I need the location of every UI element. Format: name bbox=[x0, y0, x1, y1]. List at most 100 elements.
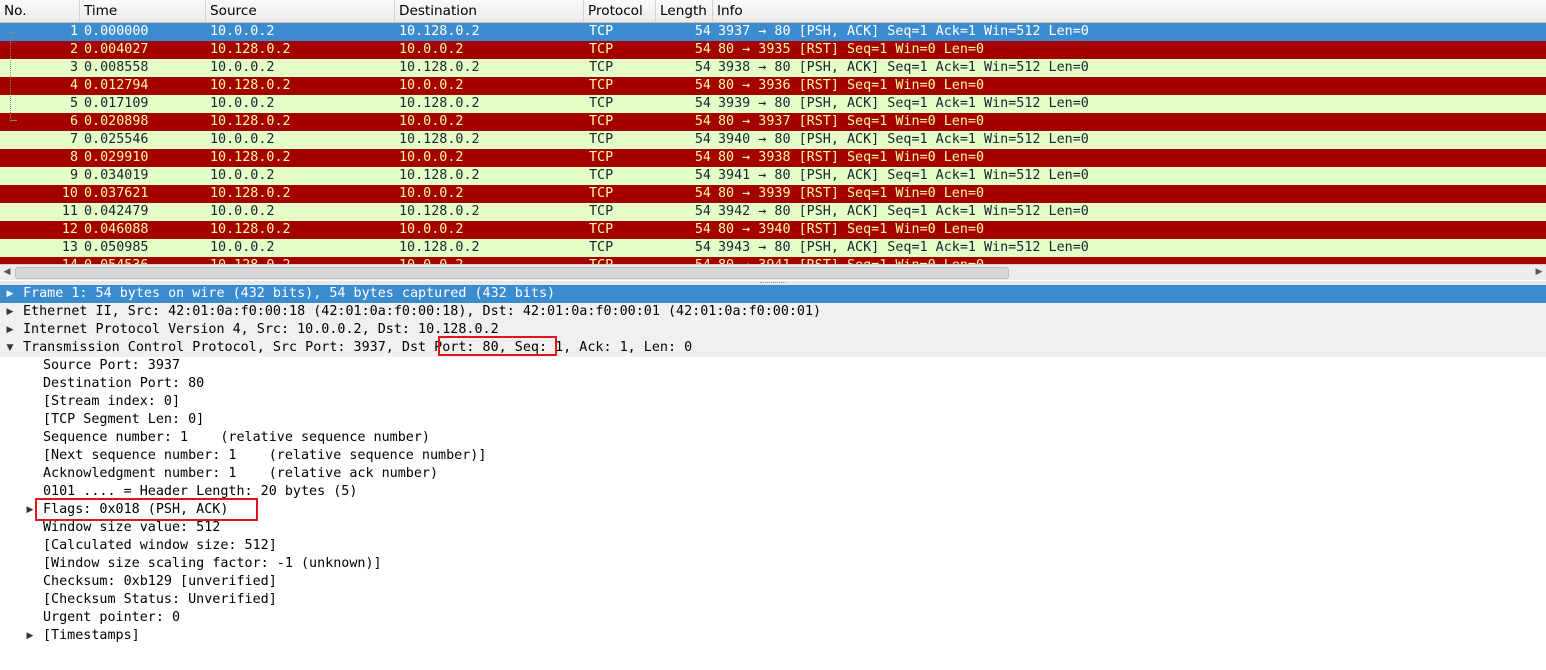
tree-item-label: Checksum: 0xb129 [unverified] bbox=[43, 574, 277, 589]
tree-item-field[interactable]: Destination Port: 80 bbox=[0, 375, 1546, 393]
cell-length: 54 bbox=[694, 240, 711, 255]
packet-details-pane[interactable]: ▶ Frame 1: 54 bytes on wire (432 bits), 5… bbox=[0, 285, 1546, 670]
tree-item-protocol[interactable]: ▼ Transmission Control Protocol, Src Port… bbox=[0, 339, 1546, 357]
packet-row[interactable]: 2 0.004027 10.128.0.2 10.0.0.2 TCP 54 80 → 393… bbox=[0, 41, 1546, 59]
packet-row[interactable]: 12 0.046088 10.128.0.2 10.0.0.2 TCP 54 80 → 39… bbox=[0, 221, 1546, 239]
packet-row[interactable]: 1 0.000000 10.0.0.2 10.128.0.2 TCP 54 3937 → 8… bbox=[0, 23, 1546, 41]
cell-length: 54 bbox=[694, 24, 711, 39]
tree-item-field[interactable]: [Calculated window size: 512] bbox=[0, 537, 1546, 555]
tree-item-label: [TCP Segment Len: 0] bbox=[43, 412, 205, 427]
cell-no: 1 bbox=[69, 24, 78, 39]
tree-item-label: [Timestamps] bbox=[43, 628, 140, 643]
cell-protocol: TCP bbox=[589, 150, 614, 165]
scrollbar-thumb[interactable] bbox=[15, 267, 1009, 279]
tree-item-field[interactable]: [Checksum Status: Unverified] bbox=[0, 591, 1546, 609]
cell-info: 80 → 3939 [RST] Seq=1 Win=0 Len=0 bbox=[718, 186, 985, 201]
packet-row[interactable]: 14 0.054536 10.128.0.210.0.0.2 TCP54 80 → 39… bbox=[0, 257, 1546, 264]
tree-item-protocol[interactable]: ▶ Internet Protocol Version 4, Src: 10.0.… bbox=[0, 321, 1546, 339]
cell-length: 54 bbox=[694, 78, 711, 93]
cell-info: 80 → 3936 [RST] Seq=1 Win=0 Len=0 bbox=[718, 78, 985, 93]
tree-item-label: Destination Port: 80 bbox=[43, 376, 205, 391]
tree-item-field[interactable]: Urgent pointer: 0 bbox=[0, 609, 1546, 627]
tree-item-protocol[interactable]: ▶ Frame 1: 54 bytes on wire (432 bits), 5… bbox=[0, 285, 1546, 303]
cell-destination: 10.128.0.2 bbox=[399, 240, 480, 255]
column-header-protocol[interactable]: Protocol bbox=[584, 0, 656, 22]
column-header-destination[interactable]: Destination bbox=[395, 0, 584, 22]
packet-row[interactable]: 6 0.020898 10.128.0.2 10.0.0.2 TCP 54 80 → 393… bbox=[0, 113, 1546, 131]
tree-item-field[interactable]: ▶ Flags: 0x018 (PSH, ACK) bbox=[0, 501, 1546, 519]
column-header-info[interactable]: Info bbox=[713, 0, 1546, 22]
tree-item-field[interactable]: [Next sequence number: 1 (relative seque… bbox=[0, 447, 1546, 465]
tree-item-label: Source Port: 3937 bbox=[43, 358, 181, 373]
tree-item-field[interactable]: Sequence number: 1 (relative sequence nu… bbox=[0, 429, 1546, 447]
tree-item-field[interactable]: [Stream index: 0] bbox=[0, 393, 1546, 411]
packet-row[interactable]: 4 0.012794 10.128.0.2 10.0.0.2 TCP 54 80 → 393… bbox=[0, 77, 1546, 95]
cell-protocol: TCP bbox=[589, 24, 614, 39]
triangle-right-icon[interactable]: ▶ bbox=[4, 285, 16, 303]
column-header-source[interactable]: Source bbox=[206, 0, 395, 22]
cell-length: 54 bbox=[694, 150, 711, 165]
tree-item-field[interactable]: Source Port: 3937 bbox=[0, 357, 1546, 375]
tree-item-field[interactable]: [Window size scaling factor: -1 (unknown… bbox=[0, 555, 1546, 573]
cell-length: 54 bbox=[656, 257, 711, 264]
packet-row[interactable]: 7 0.025546 10.0.0.2 10.128.0.2 TCP 54 3940 → 8… bbox=[0, 131, 1546, 149]
triangle-right-icon[interactable]: ▶ bbox=[24, 627, 36, 645]
packet-row[interactable]: 11 0.042479 10.0.0.2 10.128.0.2 TCP 54 3942 → … bbox=[0, 203, 1546, 221]
cell-info: 80 → 3938 [RST] Seq=1 Win=0 Len=0 bbox=[718, 150, 985, 165]
column-header-no[interactable]: No. bbox=[0, 0, 80, 22]
cell-info: 3941 → 80 [PSH, ACK] Seq=1 Ack=1 Win=512… bbox=[718, 168, 1089, 183]
cell-time: 0.000000 bbox=[84, 24, 149, 39]
tree-item-label: 0101 .... = Header Length: 20 bytes (5) bbox=[43, 484, 358, 499]
tree-item-field[interactable]: Window size value: 512 bbox=[0, 519, 1546, 537]
cell-destination: 10.0.0.2 bbox=[399, 78, 464, 93]
cell-source: 10.0.0.2 bbox=[210, 24, 275, 39]
cell-no: 7 bbox=[69, 132, 78, 147]
cell-no: 14 bbox=[0, 257, 78, 264]
scroll-right-arrow-icon[interactable]: ▶ bbox=[1532, 265, 1546, 280]
cell-protocol: TCP bbox=[589, 60, 614, 75]
cell-source: 10.0.0.2 bbox=[210, 204, 275, 219]
column-header-length[interactable]: Length bbox=[656, 0, 713, 22]
packet-row[interactable]: 8 0.029910 10.128.0.2 10.0.0.2 TCP 54 80 → 393… bbox=[0, 149, 1546, 167]
tree-item-field[interactable]: Checksum: 0xb129 [unverified] bbox=[0, 573, 1546, 591]
cell-protocol: TCP bbox=[589, 42, 614, 57]
triangle-down-icon[interactable]: ▼ bbox=[4, 339, 16, 357]
tree-item-field[interactable]: 0101 .... = Header Length: 20 bytes (5) bbox=[0, 483, 1546, 501]
column-header-time[interactable]: Time bbox=[80, 0, 206, 22]
cell-no: 2 bbox=[69, 42, 78, 57]
tree-item-field[interactable]: [TCP Segment Len: 0] bbox=[0, 411, 1546, 429]
cell-destination: 10.0.0.2 bbox=[399, 114, 464, 129]
cell-time: 0.017109 bbox=[84, 96, 149, 111]
cell-info: 3943 → 80 [PSH, ACK] Seq=1 Ack=1 Win=512… bbox=[718, 240, 1089, 255]
horizontal-scrollbar[interactable]: ◀ ▶ bbox=[0, 264, 1546, 280]
triangle-right-icon[interactable]: ▶ bbox=[24, 501, 36, 519]
tree-item-label: [Window size scaling factor: -1 (unknown… bbox=[43, 556, 382, 571]
triangle-right-icon[interactable]: ▶ bbox=[4, 321, 16, 339]
cell-length: 54 bbox=[694, 60, 711, 75]
packet-row[interactable]: 5 0.017109 10.0.0.2 10.128.0.2 TCP 54 3939 → 8… bbox=[0, 95, 1546, 113]
tree-item-field[interactable]: ▶ [Timestamps] bbox=[0, 627, 1546, 645]
tree-item-label: Flags: 0x018 (PSH, ACK) bbox=[43, 502, 229, 517]
tree-item-label: Ethernet II, Src: 42:01:0a:f0:00:18 (42:… bbox=[23, 304, 822, 319]
cell-protocol: TCP bbox=[589, 78, 614, 93]
cell-protocol: TCP bbox=[589, 240, 614, 255]
tree-item-label: Sequence number: 1 (relative sequence nu… bbox=[43, 430, 430, 445]
cell-time: 0.029910 bbox=[84, 150, 149, 165]
packet-row[interactable]: 3 0.008558 10.0.0.2 10.128.0.2 TCP 54 3938 → 8… bbox=[0, 59, 1546, 77]
cell-protocol: TCP bbox=[589, 186, 614, 201]
tree-item-label: Transmission Control Protocol, Src Port:… bbox=[23, 340, 693, 355]
cell-destination: 10.128.0.2 bbox=[399, 24, 480, 39]
packet-row[interactable]: 10 0.037621 10.128.0.2 10.0.0.2 TCP 54 80 → 39… bbox=[0, 185, 1546, 203]
tree-item-field[interactable]: Acknowledgment number: 1 (relative ack n… bbox=[0, 465, 1546, 483]
triangle-right-icon[interactable]: ▶ bbox=[4, 303, 16, 321]
cell-info: 3942 → 80 [PSH, ACK] Seq=1 Ack=1 Win=512… bbox=[718, 204, 1089, 219]
tree-item-protocol[interactable]: ▶ Ethernet II, Src: 42:01:0a:f0:00:18 (42… bbox=[0, 303, 1546, 321]
packet-list-pane[interactable]: No. Time Source Destination Protocol Len… bbox=[0, 0, 1546, 281]
packet-row[interactable]: 13 0.050985 10.0.0.2 10.128.0.2 TCP 54 3943 → … bbox=[0, 239, 1546, 257]
scroll-left-arrow-icon[interactable]: ◀ bbox=[0, 265, 14, 280]
cell-time: 0.008558 bbox=[84, 60, 149, 75]
cell-length: 54 bbox=[694, 204, 711, 219]
cell-info: 80 → 3935 [RST] Seq=1 Win=0 Len=0 bbox=[718, 42, 985, 57]
packet-row[interactable]: 9 0.034019 10.0.0.2 10.128.0.2 TCP 54 3941 → 8… bbox=[0, 167, 1546, 185]
cell-no: 4 bbox=[69, 78, 78, 93]
